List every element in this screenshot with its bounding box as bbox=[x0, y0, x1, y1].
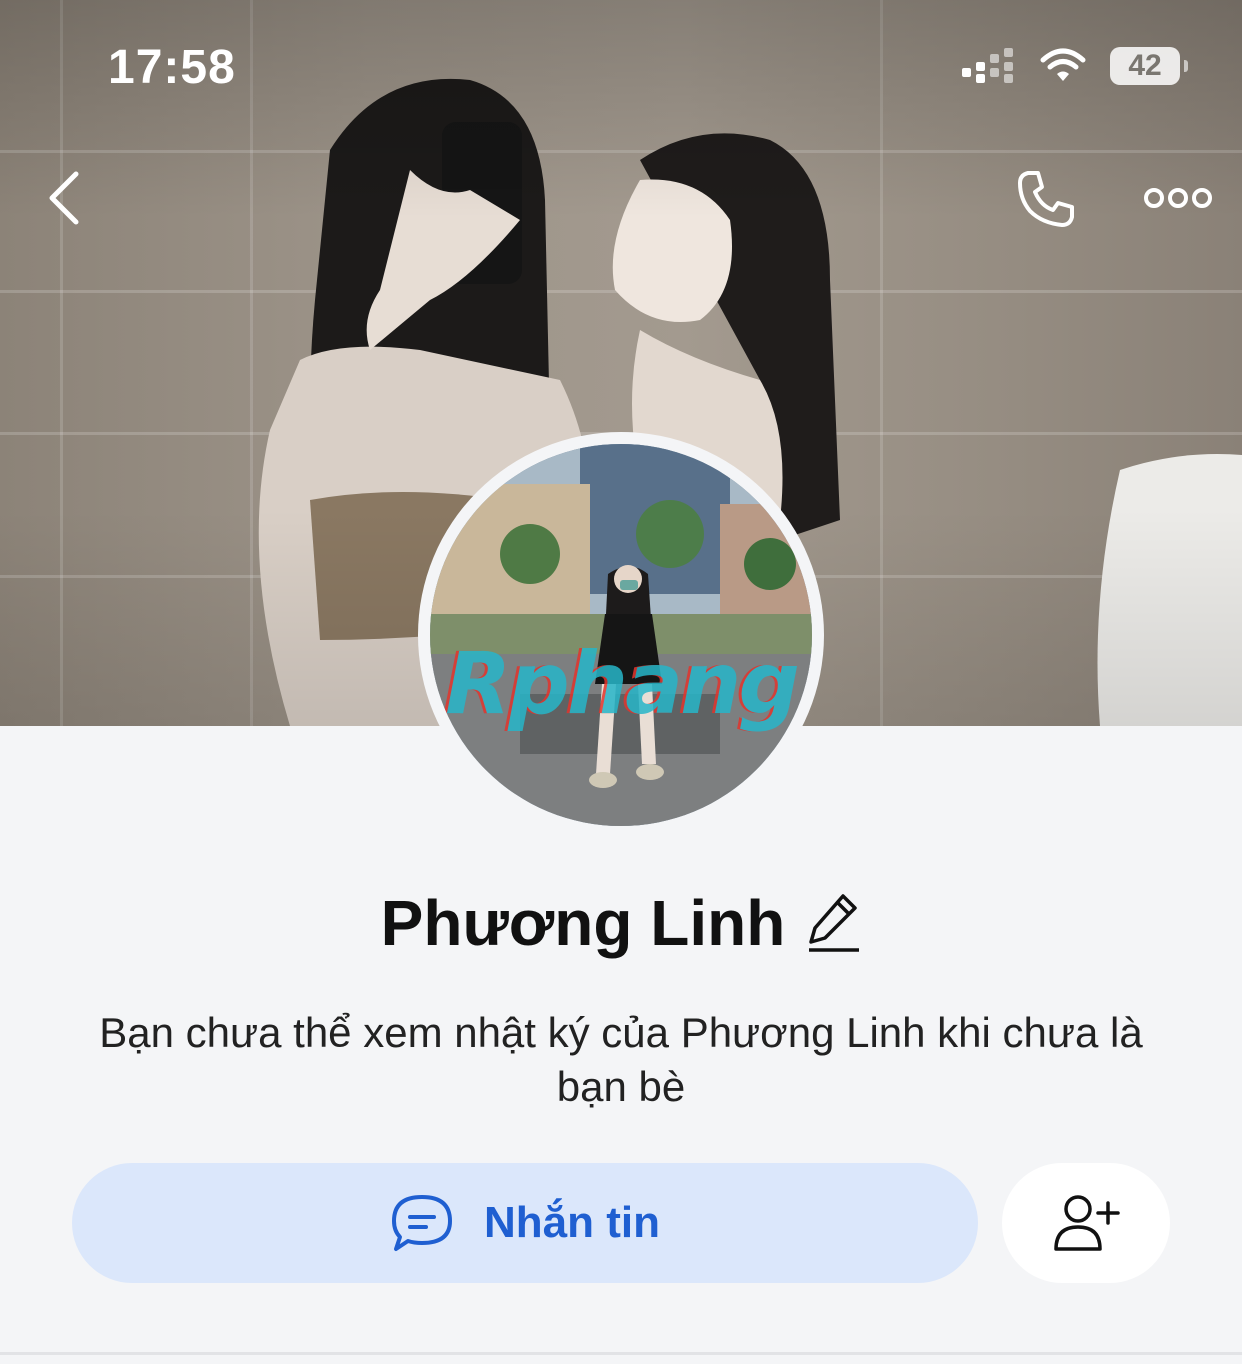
profile-name-row: Phương Linh bbox=[0, 886, 1242, 960]
message-button-label: Nhắn tin bbox=[484, 1198, 660, 1247]
avatar[interactable]: Rphang bbox=[418, 432, 824, 838]
call-button[interactable] bbox=[1010, 166, 1082, 232]
signal-icon bbox=[962, 48, 1013, 83]
pencil-icon bbox=[809, 894, 860, 952]
wifi-icon bbox=[1040, 48, 1086, 81]
edit-name-button[interactable] bbox=[807, 892, 861, 954]
add-friend-button[interactable] bbox=[1002, 1163, 1170, 1283]
section-divider bbox=[0, 1352, 1242, 1355]
status-time: 17:58 bbox=[108, 41, 236, 94]
more-button[interactable] bbox=[1138, 178, 1218, 218]
message-button[interactable]: Nhắn tin bbox=[72, 1163, 978, 1283]
chat-bubble-icon bbox=[392, 1195, 452, 1251]
avatar-photo: Rphang bbox=[430, 444, 812, 826]
avatar-watermark: Rphang bbox=[445, 634, 800, 734]
status-icons: 42 bbox=[960, 46, 1188, 86]
back-button[interactable] bbox=[34, 168, 94, 228]
profile-name: Phương Linh bbox=[380, 887, 786, 959]
profile-description: Bạn chưa thể xem nhật ký của Phương Linh… bbox=[99, 1009, 1143, 1110]
battery-icon: 42 bbox=[1110, 47, 1188, 85]
more-horizontal-icon bbox=[1144, 188, 1212, 208]
chevron-left-icon bbox=[49, 171, 79, 225]
add-person-icon bbox=[1054, 1195, 1120, 1251]
phone-icon bbox=[1018, 171, 1074, 227]
battery-level: 42 bbox=[1128, 49, 1162, 82]
